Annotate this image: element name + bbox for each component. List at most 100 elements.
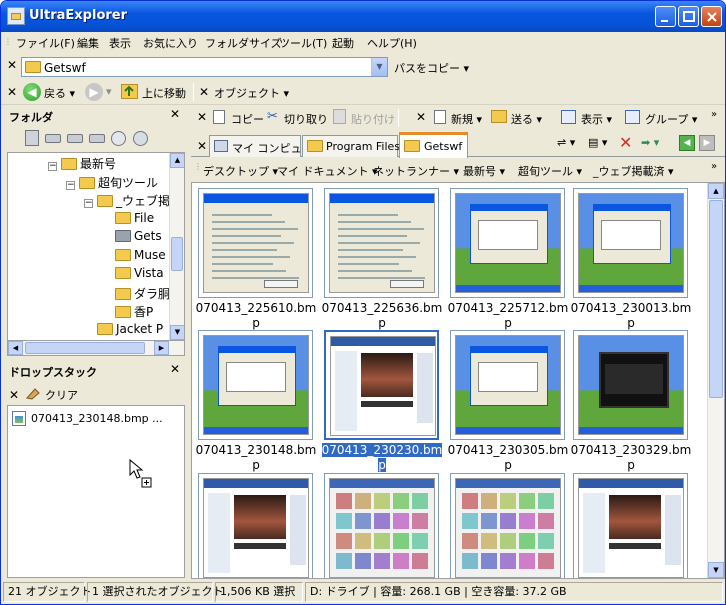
file-thumbnail[interactable]	[450, 330, 565, 440]
tree-node[interactable]: 香P	[102, 303, 153, 321]
scroll-up-icon[interactable]: ▲	[708, 183, 724, 199]
copy-path-button[interactable]: パスをコピー ▾	[394, 60, 469, 76]
object-menu-button[interactable]: オブジェクト ▾	[214, 85, 289, 101]
collapse-icon[interactable]: −	[66, 180, 75, 190]
forward-arrow-icon[interactable]: ▶	[85, 83, 103, 101]
tab-program-files[interactable]: Program Files	[302, 135, 400, 157]
folder-tree[interactable]: − 最新号 − 超旬ツール − _ウェブ掲 File Gets Muse Vista ダラ胴 香P Ja…	[7, 152, 185, 341]
close-x-icon[interactable]: ✕	[416, 110, 426, 124]
breadcrumb-item[interactable]: マイ ドキュメント ▾	[277, 163, 378, 179]
file-thumbnail[interactable]	[198, 473, 313, 578]
file-name[interactable]: 070413_230329.bmp	[568, 443, 694, 473]
back-button[interactable]: 戻る ▾	[44, 85, 75, 101]
back-arrow-icon[interactable]: ◀	[23, 83, 41, 101]
breadcrumb-item[interactable]: 超旬ツール ▾	[518, 163, 582, 179]
menu-help[interactable]: ヘルプ(H)	[367, 35, 417, 51]
tree-node[interactable]: Gets	[102, 229, 162, 247]
breadcrumb-item[interactable]: ネットランナー ▾	[373, 163, 459, 179]
collapse-icon[interactable]: −	[84, 199, 93, 208]
file-thumbnail[interactable]	[573, 330, 688, 440]
address-input[interactable]: Getswf ▼	[21, 57, 388, 77]
scroll-thumb[interactable]	[25, 342, 145, 354]
drive-icon[interactable]	[89, 134, 105, 143]
scroll-down-icon[interactable]: ▼	[170, 325, 184, 340]
toolbar-overflow-icon[interactable]: »	[711, 109, 717, 120]
menu-folder-size[interactable]: フォルダサイズ	[205, 35, 282, 51]
file-thumbnail[interactable]	[573, 188, 688, 298]
forward-dropdown[interactable]: ▾	[106, 85, 112, 98]
file-vertical-scrollbar[interactable]: ▲ ▼	[707, 183, 724, 578]
file-list-view[interactable]: 070413_225610.bmp 070413_225636.bmp 070413…	[191, 182, 725, 579]
drive-icon[interactable]	[45, 134, 61, 143]
close-button[interactable]	[701, 6, 722, 27]
collapse-icon[interactable]: −	[48, 162, 57, 171]
file-thumbnail[interactable]	[450, 473, 565, 578]
cut-button[interactable]: 切り取り	[284, 111, 328, 127]
scroll-up-icon[interactable]: ▲	[170, 153, 184, 168]
tree-horizontal-scrollbar[interactable]: ◀ ▶	[7, 341, 185, 356]
send-to-button[interactable]: 送る ▾	[511, 111, 542, 127]
file-name[interactable]: 070413_225712.bmp	[445, 301, 571, 331]
file-name[interactable]: 070413_230148.bmp	[193, 443, 319, 473]
clear-button[interactable]: クリア	[45, 387, 78, 403]
scroll-thumb[interactable]	[709, 200, 723, 398]
view-button[interactable]: 表示 ▾	[581, 111, 612, 127]
close-pane-icon[interactable]: ✕	[170, 107, 180, 121]
menu-edit[interactable]: 編集	[77, 35, 99, 51]
cd-drive-icon[interactable]	[111, 131, 126, 146]
group-button[interactable]: グループ ▾	[645, 111, 697, 127]
new-button[interactable]: 新規 ▾	[451, 111, 482, 127]
tree-node[interactable]: Muse	[102, 248, 166, 266]
menu-view[interactable]: 表示	[109, 35, 131, 51]
tree-node[interactable]: − 超旬ツール	[66, 174, 158, 192]
next-tab-icon[interactable]: ▶	[699, 135, 715, 151]
close-x-icon[interactable]: ✕	[9, 388, 19, 402]
move-to-button[interactable]: ➡ ▾	[641, 136, 659, 149]
file-thumbnail[interactable]	[198, 330, 313, 440]
tree-node[interactable]: File	[102, 211, 154, 229]
drive-icon[interactable]	[25, 130, 39, 146]
file-name[interactable]: 070413_230013.bmp	[568, 301, 694, 331]
menu-tools[interactable]: ツール(T)	[279, 35, 327, 51]
sort-button[interactable]: ⇌ ▾	[557, 136, 575, 149]
tree-node[interactable]: − _ウェブ掲	[84, 192, 170, 210]
title-bar[interactable]: UltraExplorer	[1, 1, 725, 32]
drop-stack-item[interactable]: 070413_230148.bmp ...	[31, 412, 163, 425]
file-thumbnail[interactable]	[573, 473, 688, 578]
scroll-left-icon[interactable]: ◀	[8, 341, 23, 355]
close-x-icon[interactable]: ✕	[7, 58, 17, 72]
copy-button[interactable]: コピー	[231, 111, 264, 127]
file-name[interactable]: 070413_225636.bmp	[319, 301, 445, 331]
maximize-button[interactable]	[678, 6, 699, 27]
drive-icon[interactable]	[67, 134, 83, 143]
toolbar-grip[interactable]: ⋮	[4, 37, 12, 46]
previous-tab-icon[interactable]: ◀	[679, 135, 695, 151]
menu-launch[interactable]: 起動	[332, 35, 354, 51]
close-x-icon[interactable]: ✕	[197, 110, 207, 124]
delete-icon[interactable]: ✕	[619, 133, 632, 152]
network-drive-icon[interactable]	[133, 131, 148, 146]
drop-stack-list[interactable]: 070413_230148.bmp ...	[7, 405, 185, 578]
paste-button[interactable]: 貼り付け	[351, 111, 395, 127]
tree-node[interactable]: Jacket P	[84, 322, 163, 340]
close-x-icon[interactable]: ✕	[199, 85, 209, 99]
file-name[interactable]: 070413_225610.bmp	[193, 301, 319, 331]
file-thumbnail[interactable]	[450, 188, 565, 298]
chevron-down-icon[interactable]: ▼	[371, 58, 387, 76]
file-thumbnail[interactable]	[324, 330, 439, 440]
breadcrumb-item[interactable]: 最新号 ▾	[463, 163, 505, 179]
tree-vertical-scrollbar[interactable]: ▲ ▼	[169, 153, 184, 340]
tree-node[interactable]: ダラ胴	[102, 285, 170, 303]
menu-favorites[interactable]: お気に入り	[143, 35, 198, 51]
file-thumbnail[interactable]	[324, 188, 439, 298]
toolbar-overflow-icon[interactable]: »	[711, 161, 717, 172]
file-thumbnail[interactable]	[198, 188, 313, 298]
properties-button[interactable]: ▤ ▾	[588, 136, 607, 149]
tab-my-computer[interactable]: マイ コンピュータ	[209, 135, 324, 157]
close-x-icon[interactable]: ✕	[7, 85, 17, 99]
file-name[interactable]: 070413_230305.bmp	[445, 443, 571, 473]
menu-file[interactable]: ファイル(F)	[16, 35, 75, 51]
tree-node[interactable]: Vista	[102, 266, 164, 284]
scroll-thumb[interactable]	[171, 237, 183, 271]
close-x-icon[interactable]: ✕	[197, 139, 207, 153]
